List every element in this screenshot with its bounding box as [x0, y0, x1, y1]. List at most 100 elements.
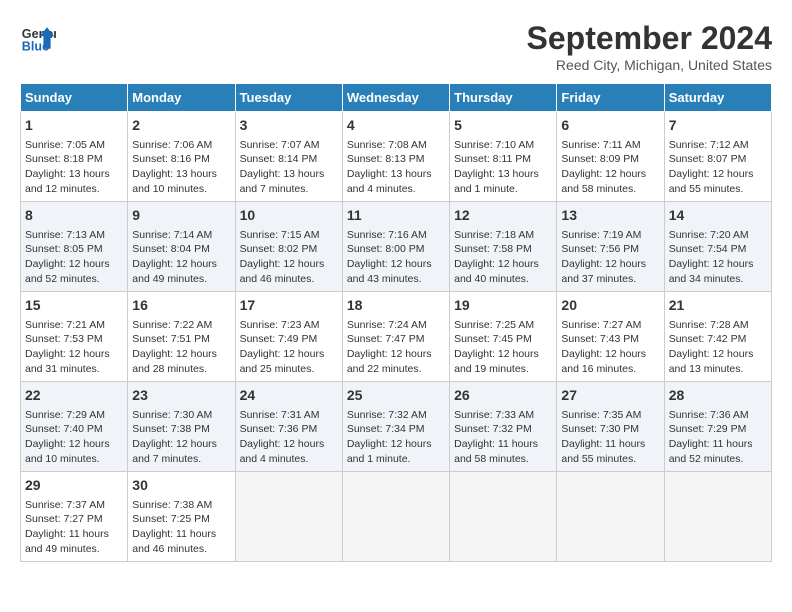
day-info-line: and 7 minutes.	[240, 182, 338, 197]
day-info-line: Sunset: 8:00 PM	[347, 242, 445, 257]
day-info-line: Daylight: 12 hours	[561, 347, 659, 362]
calendar-cell: 3Sunrise: 7:07 AMSunset: 8:14 PMDaylight…	[235, 112, 342, 202]
day-info-line: and 19 minutes.	[454, 362, 552, 377]
calendar-cell: 25Sunrise: 7:32 AMSunset: 7:34 PMDayligh…	[342, 382, 449, 472]
day-info-line: Sunset: 7:38 PM	[132, 422, 230, 437]
weekday-header: Sunday	[21, 84, 128, 112]
day-info-line: and 12 minutes.	[25, 182, 123, 197]
calendar-cell	[557, 472, 664, 562]
day-info-line: Sunrise: 7:25 AM	[454, 318, 552, 333]
day-info-line: Sunrise: 7:14 AM	[132, 228, 230, 243]
day-info-line: and 16 minutes.	[561, 362, 659, 377]
day-info-line: Sunrise: 7:08 AM	[347, 138, 445, 153]
weekday-header: Friday	[557, 84, 664, 112]
day-info-line: Sunrise: 7:15 AM	[240, 228, 338, 243]
day-info-line: Sunset: 8:18 PM	[25, 152, 123, 167]
day-number: 22	[25, 386, 123, 406]
weekday-header: Thursday	[450, 84, 557, 112]
day-info-line: Sunrise: 7:23 AM	[240, 318, 338, 333]
calendar-week-row: 15Sunrise: 7:21 AMSunset: 7:53 PMDayligh…	[21, 292, 772, 382]
day-number: 15	[25, 296, 123, 316]
day-number: 26	[454, 386, 552, 406]
day-info-line: Daylight: 12 hours	[25, 257, 123, 272]
day-info-line: and 31 minutes.	[25, 362, 123, 377]
calendar-cell: 28 Sunrise: 7:36 AMSunset: 7:29 PMDayligh…	[664, 382, 771, 472]
day-number: 9	[132, 206, 230, 226]
day-info-line: Sunrise: 7:36 AM	[669, 408, 767, 423]
calendar-cell: 18Sunrise: 7:24 AMSunset: 7:47 PMDayligh…	[342, 292, 449, 382]
day-info-line: Daylight: 12 hours	[561, 167, 659, 182]
weekday-header: Monday	[128, 84, 235, 112]
day-info-line: Sunrise: 7:22 AM	[132, 318, 230, 333]
day-info-line: Sunset: 8:05 PM	[25, 242, 123, 257]
day-info-line: and 1 minute.	[454, 182, 552, 197]
day-info-line: and 37 minutes.	[561, 272, 659, 287]
day-info-line: Sunset: 7:27 PM	[25, 512, 123, 527]
day-info-line: Sunrise: 7:30 AM	[132, 408, 230, 423]
day-info-line: and 7 minutes.	[132, 452, 230, 467]
calendar-cell	[342, 472, 449, 562]
day-info-line: and 25 minutes.	[240, 362, 338, 377]
day-info-line: and 10 minutes.	[25, 452, 123, 467]
day-info-line: Sunset: 8:16 PM	[132, 152, 230, 167]
page-header: General Blue September 2024 Reed City, M…	[20, 20, 772, 73]
calendar-cell: 7Sunrise: 7:12 AMSunset: 8:07 PMDaylight…	[664, 112, 771, 202]
calendar-cell: 11Sunrise: 7:16 AMSunset: 8:00 PMDayligh…	[342, 202, 449, 292]
day-info-line: Sunrise: 7:16 AM	[347, 228, 445, 243]
day-info-line: Sunrise: 7:05 AM	[25, 138, 123, 153]
day-info-line: Sunrise: 7:12 AM	[669, 138, 767, 153]
day-info-line: Sunset: 7:29 PM	[669, 422, 767, 437]
day-info-line: Sunrise: 7:21 AM	[25, 318, 123, 333]
day-info-line: Sunset: 8:04 PM	[132, 242, 230, 257]
calendar-week-row: 1Sunrise: 7:05 AMSunset: 8:18 PMDaylight…	[21, 112, 772, 202]
day-info-line: and 55 minutes.	[561, 452, 659, 467]
day-info-line: Sunset: 7:56 PM	[561, 242, 659, 257]
day-info-line: and 1 minute.	[347, 452, 445, 467]
calendar-cell: 23Sunrise: 7:30 AMSunset: 7:38 PMDayligh…	[128, 382, 235, 472]
day-info-line: Sunset: 7:36 PM	[240, 422, 338, 437]
calendar-cell: 20Sunrise: 7:27 AMSunset: 7:43 PMDayligh…	[557, 292, 664, 382]
day-info-line: Sunset: 7:34 PM	[347, 422, 445, 437]
calendar-cell: 9Sunrise: 7:14 AMSunset: 8:04 PMDaylight…	[128, 202, 235, 292]
calendar-cell: 10Sunrise: 7:15 AMSunset: 8:02 PMDayligh…	[235, 202, 342, 292]
day-info-line: Sunrise: 7:07 AM	[240, 138, 338, 153]
day-number: 1	[25, 116, 123, 136]
day-info-line: Sunrise: 7:33 AM	[454, 408, 552, 423]
day-info-line: Daylight: 11 hours	[132, 527, 230, 542]
day-info-line: and 49 minutes.	[132, 272, 230, 287]
calendar-cell: 1 Sunrise: 7:05 AMSunset: 8:18 PMDaylight…	[21, 112, 128, 202]
calendar-cell: 19Sunrise: 7:25 AMSunset: 7:45 PMDayligh…	[450, 292, 557, 382]
day-info-line: Sunrise: 7:06 AM	[132, 138, 230, 153]
day-info-line: Sunrise: 7:29 AM	[25, 408, 123, 423]
calendar-cell: 27Sunrise: 7:35 AMSunset: 7:30 PMDayligh…	[557, 382, 664, 472]
day-info-line: Sunset: 7:40 PM	[25, 422, 123, 437]
day-info-line: Sunrise: 7:19 AM	[561, 228, 659, 243]
logo-icon: General Blue	[20, 20, 56, 56]
day-info-line: Sunset: 7:42 PM	[669, 332, 767, 347]
day-info-line: Sunset: 8:13 PM	[347, 152, 445, 167]
day-number: 6	[561, 116, 659, 136]
day-info-line: Sunrise: 7:28 AM	[669, 318, 767, 333]
calendar-cell	[235, 472, 342, 562]
calendar-cell: 15Sunrise: 7:21 AMSunset: 7:53 PMDayligh…	[21, 292, 128, 382]
day-info-line: Daylight: 12 hours	[669, 257, 767, 272]
day-info-line: Daylight: 13 hours	[454, 167, 552, 182]
day-info-line: Daylight: 12 hours	[132, 347, 230, 362]
day-number: 27	[561, 386, 659, 406]
day-info-line: Daylight: 11 hours	[561, 437, 659, 452]
day-info-line: Daylight: 13 hours	[25, 167, 123, 182]
calendar-cell: 13Sunrise: 7:19 AMSunset: 7:56 PMDayligh…	[557, 202, 664, 292]
day-info-line: and 13 minutes.	[669, 362, 767, 377]
day-info-line: and 46 minutes.	[132, 542, 230, 557]
day-info-line: Sunset: 8:09 PM	[561, 152, 659, 167]
day-info-line: and 43 minutes.	[347, 272, 445, 287]
day-number: 28	[669, 386, 767, 406]
logo: General Blue	[20, 20, 56, 56]
day-info-line: Daylight: 11 hours	[669, 437, 767, 452]
calendar-cell: 2Sunrise: 7:06 AMSunset: 8:16 PMDaylight…	[128, 112, 235, 202]
day-info-line: and 34 minutes.	[669, 272, 767, 287]
day-number: 11	[347, 206, 445, 226]
day-info-line: Daylight: 12 hours	[454, 347, 552, 362]
day-info-line: Sunset: 7:43 PM	[561, 332, 659, 347]
day-info-line: Daylight: 12 hours	[240, 347, 338, 362]
